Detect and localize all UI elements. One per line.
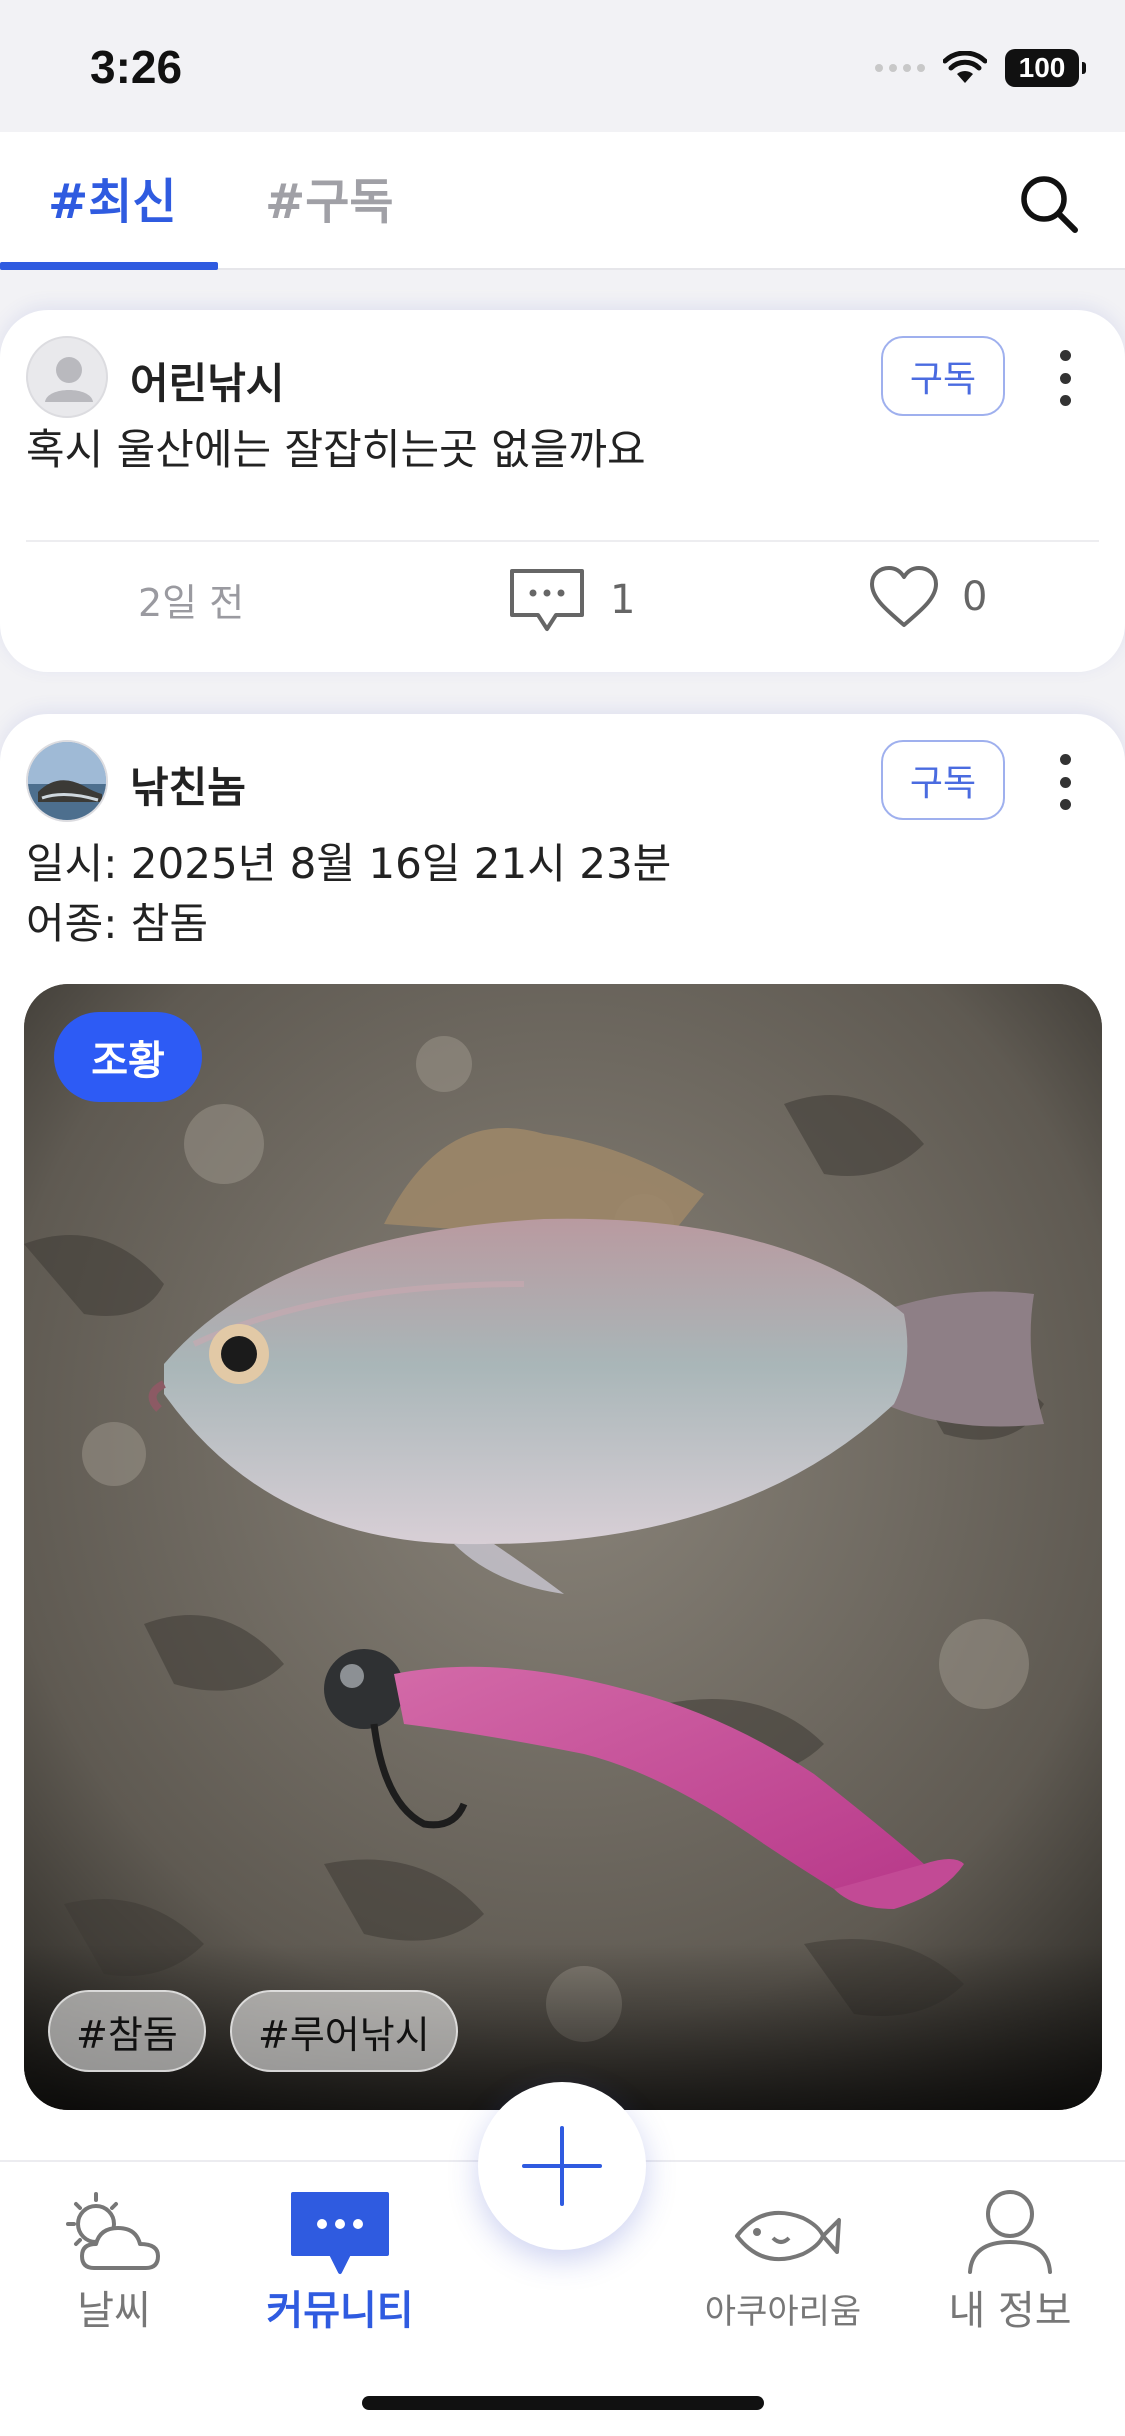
fish-photo-image — [24, 984, 1102, 2110]
feed-tab-bar: #최신 #구독 — [0, 132, 1125, 270]
nav-item-weather[interactable]: 날씨 — [24, 2162, 204, 2362]
hashtag-chip[interactable]: #루어낚시 — [230, 1990, 458, 2072]
subscribe-button[interactable]: 구독 — [881, 336, 1005, 416]
nav-label: 커뮤니티 — [266, 2288, 414, 2334]
post-feed[interactable]: 어린낚시 구독 혹시 울산에는 잘잡히는곳 없을까요 2일 전 1 0 낚친놈 … — [0, 272, 1125, 2172]
catch-report-badge: 조황 — [54, 1012, 202, 1102]
post-card[interactable]: 어린낚시 구독 혹시 울산에는 잘잡히는곳 없을까요 2일 전 1 0 — [0, 310, 1125, 672]
cellular-signal-icon — [875, 64, 925, 72]
avatar[interactable] — [26, 740, 108, 822]
battery-icon: 100 — [1005, 49, 1086, 87]
catch-photo[interactable]: 조황 #참돔 #루어낚시 — [24, 984, 1102, 2110]
post-username[interactable]: 어린낚시 — [130, 350, 285, 411]
wifi-icon — [943, 51, 987, 83]
nav-label: 날씨 — [77, 2288, 151, 2334]
plus-icon — [522, 2126, 602, 2206]
post-timestamp: 2일 전 — [138, 581, 245, 625]
status-time: 3:26 — [90, 41, 183, 93]
hashtag-chip[interactable]: #참돔 — [48, 1990, 206, 2072]
chat-bubble-icon — [291, 2192, 389, 2274]
like-button[interactable]: 0 — [868, 565, 987, 629]
active-tab-indicator — [0, 262, 218, 270]
more-options-icon[interactable] — [1053, 746, 1077, 818]
comment-icon — [510, 569, 584, 631]
subscribe-button[interactable]: 구독 — [881, 740, 1005, 820]
tab-subscribed[interactable]: #구독 — [265, 162, 394, 232]
divider — [26, 540, 1099, 542]
more-options-icon[interactable] — [1053, 342, 1077, 414]
weather-icon — [66, 2192, 160, 2270]
person-icon — [968, 2190, 1052, 2274]
profile-photo — [28, 742, 106, 820]
home-indicator — [362, 2396, 764, 2410]
nav-label: 아쿠아리움 — [704, 2292, 862, 2332]
nav-item-aquarium[interactable]: 아쿠아리움 — [693, 2162, 873, 2362]
nav-item-community[interactable]: 커뮤니티 — [250, 2162, 430, 2362]
like-count: 0 — [962, 574, 988, 620]
status-bar: 3:26 100 — [0, 0, 1125, 132]
new-post-button[interactable] — [478, 2082, 646, 2250]
nav-item-my-info[interactable]: 내 정보 — [920, 2162, 1100, 2362]
tab-latest[interactable]: #최신 — [48, 162, 177, 232]
post-card[interactable]: 낚친놈 구독 일시: 2025년 8월 16일 21시 23분 어종: 참돔 조… — [0, 714, 1125, 2172]
post-species-line: 어종: 참돔 — [26, 899, 209, 948]
comment-button[interactable]: 1 — [506, 565, 635, 635]
post-datetime-line: 일시: 2025년 8월 16일 21시 23분 — [26, 839, 672, 888]
post-body: 혹시 울산에는 잘잡히는곳 없을까요 — [26, 425, 646, 474]
status-icons: 100 — [875, 48, 1086, 88]
nav-label: 내 정보 — [948, 2288, 1072, 2334]
search-icon[interactable] — [1013, 168, 1085, 240]
heart-icon — [870, 566, 938, 627]
fish-icon — [735, 2210, 841, 2262]
default-avatar-icon — [45, 357, 93, 402]
avatar[interactable] — [26, 336, 108, 418]
comment-count: 1 — [610, 577, 636, 623]
post-username[interactable]: 낚친놈 — [130, 754, 246, 815]
